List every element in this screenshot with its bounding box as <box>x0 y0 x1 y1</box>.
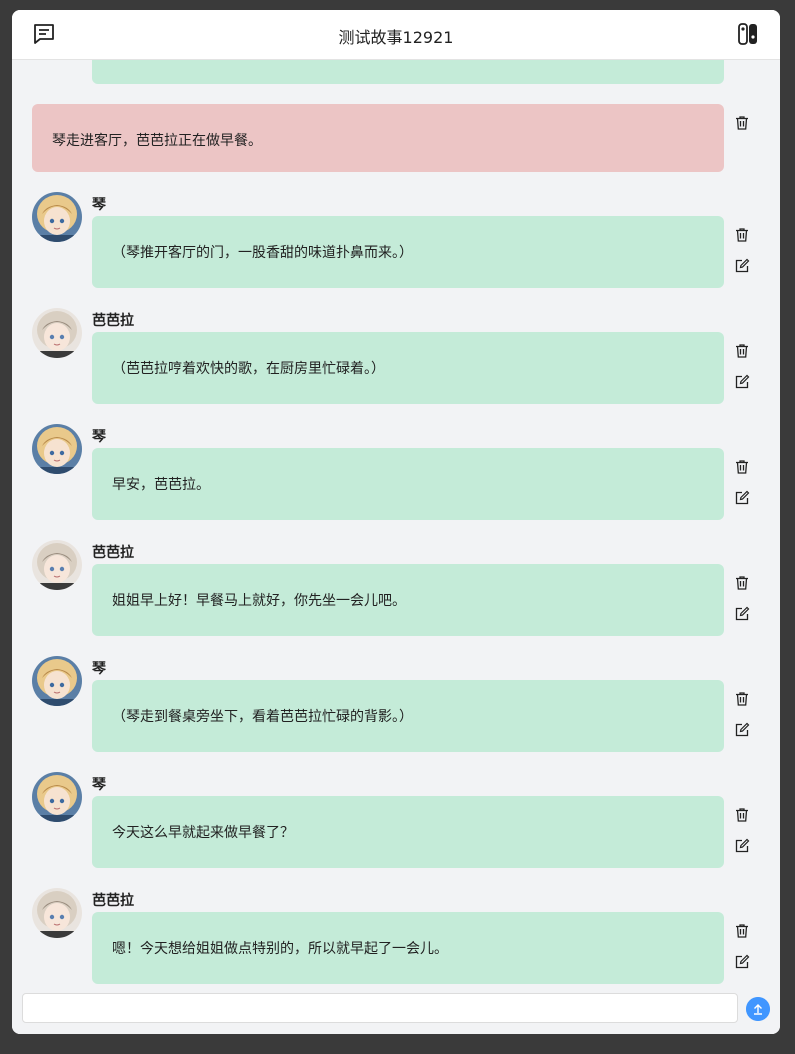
message-row: 芭芭拉 （芭芭拉哼着欢快的歌，在厨房里忙碌着。） <box>12 308 780 424</box>
message-text: （琴推开客厅的门，一股香甜的味道扑鼻而来。） <box>112 245 413 261</box>
narration-text: 琴走进客厅，芭芭拉正在做早餐。 <box>52 133 262 149</box>
delete-icon[interactable] <box>734 343 750 359</box>
message-feed[interactable]: 琴走进客厅，芭芭拉正在做早餐。 琴 （琴推开客厅的门，一股香甜的味道扑鼻而来。） 芭… <box>12 60 780 990</box>
message-text: 嗯！今天想给姐姐做点特别的，所以就早起了一会儿。 <box>112 941 448 957</box>
speaker-name: 琴 <box>92 777 106 793</box>
message-row: 琴 （琴走到餐桌旁坐下，看着芭芭拉忙碌的背影。） <box>12 656 780 772</box>
message-bubble: （芭芭拉哼着欢快的歌，在厨房里忙碌着。） <box>92 332 724 404</box>
speaker-name: 琴 <box>92 197 106 213</box>
edit-icon[interactable] <box>734 606 750 622</box>
speaker-name: 芭芭拉 <box>92 313 134 329</box>
message-row: 琴早安，芭芭拉。 <box>12 424 780 540</box>
message-bubble: 姐姐早上好！早餐马上就好，你先坐一会儿吧。 <box>92 564 724 636</box>
delete-icon[interactable] <box>734 575 750 591</box>
message-input[interactable] <box>22 993 738 1023</box>
message-bubble: 今天这么早就起来做早餐了？ <box>92 796 724 868</box>
speaker-name: 芭芭拉 <box>92 893 134 909</box>
speaker-name: 琴 <box>92 661 106 677</box>
avatar[interactable] <box>32 192 82 242</box>
message-bubble-partial <box>92 60 724 84</box>
message-text: （琴走到餐桌旁坐下，看着芭芭拉忙碌的背影。） <box>112 709 413 725</box>
avatar[interactable] <box>32 424 82 474</box>
speaker-name: 芭芭拉 <box>92 545 134 561</box>
delete-icon[interactable] <box>734 923 750 939</box>
delete-icon[interactable] <box>734 227 750 243</box>
edit-icon[interactable] <box>734 258 750 274</box>
edit-icon[interactable] <box>734 954 750 970</box>
message-text: 姐姐早上好！早餐马上就好，你先坐一会儿吧。 <box>112 593 406 609</box>
message-bubble: （琴走到餐桌旁坐下，看着芭芭拉忙碌的背影。） <box>92 680 724 752</box>
message-row: 芭芭拉姐姐早上好！早餐马上就好，你先坐一会儿吧。 <box>12 540 780 656</box>
message-row: 琴今天这么早就起来做早餐了？ <box>12 772 780 888</box>
message-bubble: （琴推开客厅的门，一股香甜的味道扑鼻而来。） <box>92 216 724 288</box>
page-title: 测试故事12921 <box>338 28 454 47</box>
delete-icon[interactable] <box>734 115 750 131</box>
composer <box>12 990 780 1034</box>
edit-icon[interactable] <box>734 374 750 390</box>
message-text: 今天这么早就起来做早餐了？ <box>112 825 294 841</box>
header: 测试故事12921 <box>12 10 780 60</box>
switch-console-icon[interactable] <box>736 22 760 46</box>
speaker-name: 琴 <box>92 429 106 445</box>
send-button[interactable] <box>746 997 770 1021</box>
delete-icon[interactable] <box>734 691 750 707</box>
app-window: 测试故事12921 琴走进客厅，芭芭拉正在做早餐。 琴 （琴推开客厅的门，一股香甜… <box>12 10 780 1034</box>
avatar[interactable] <box>32 540 82 590</box>
avatar[interactable] <box>32 772 82 822</box>
avatar[interactable] <box>32 888 82 938</box>
edit-icon[interactable] <box>734 490 750 506</box>
message-bubble: 嗯！今天想给姐姐做点特别的，所以就早起了一会儿。 <box>92 912 724 984</box>
narration-bubble: 琴走进客厅，芭芭拉正在做早餐。 <box>32 104 724 172</box>
delete-icon[interactable] <box>734 807 750 823</box>
avatar[interactable] <box>32 656 82 706</box>
message-row: 琴 （琴推开客厅的门，一股香甜的味道扑鼻而来。） <box>12 192 780 308</box>
edit-icon[interactable] <box>734 838 750 854</box>
message-row: 芭芭拉嗯！今天想给姐姐做点特别的，所以就早起了一会儿。 <box>12 888 780 990</box>
delete-icon[interactable] <box>734 459 750 475</box>
edit-icon[interactable] <box>734 722 750 738</box>
message-text: （芭芭拉哼着欢快的歌，在厨房里忙碌着。） <box>112 361 385 377</box>
avatar[interactable] <box>32 308 82 358</box>
message-bubble: 早安，芭芭拉。 <box>92 448 724 520</box>
message-text: 早安，芭芭拉。 <box>112 477 210 493</box>
